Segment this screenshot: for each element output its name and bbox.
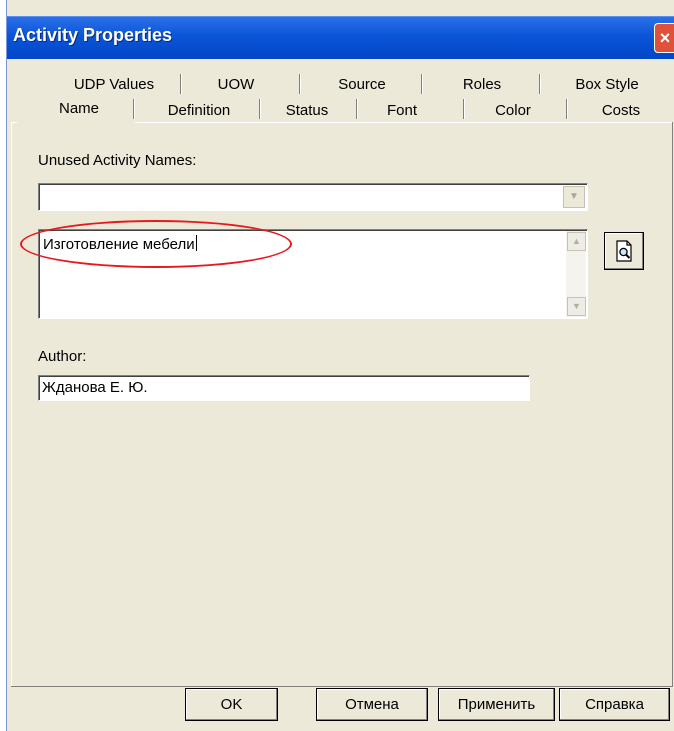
author-label: Author: xyxy=(38,348,87,365)
tab-divider xyxy=(421,74,423,94)
tab-divider xyxy=(299,74,301,94)
title-bar[interactable]: Activity Properties × xyxy=(7,16,674,59)
tab-divider xyxy=(463,99,465,119)
cancel-button[interactable]: Отмена xyxy=(316,688,428,721)
tab-divider xyxy=(356,99,358,119)
active-tab-gap xyxy=(17,121,135,124)
chevron-down-icon[interactable]: ▼ xyxy=(563,186,585,208)
tab-definition[interactable]: Definition xyxy=(143,100,255,122)
tab-panel-border xyxy=(11,686,673,687)
dialog-window: Activity Properties × UDP Values UOW Sou… xyxy=(6,0,674,731)
close-button[interactable]: × xyxy=(654,23,674,53)
apply-button[interactable]: Применить xyxy=(438,688,555,721)
tab-divider xyxy=(259,99,261,119)
help-button[interactable]: Справка xyxy=(559,688,670,721)
author-value: Жданова Е. Ю. xyxy=(42,379,148,396)
tab-font[interactable]: Font xyxy=(367,100,437,122)
tab-udp-values[interactable]: UDP Values xyxy=(59,74,169,96)
unused-activity-names-dropdown[interactable]: ▼ xyxy=(38,183,588,211)
tab-name[interactable]: Name xyxy=(33,98,125,120)
tab-roles[interactable]: Roles xyxy=(432,74,532,96)
window-title: Activity Properties xyxy=(13,25,173,45)
unused-activity-names-label: Unused Activity Names: xyxy=(38,152,197,169)
tab-panel-border xyxy=(11,122,12,687)
tab-costs[interactable]: Costs xyxy=(575,100,667,122)
author-input[interactable]: Жданова Е. Ю. xyxy=(38,375,530,401)
tab-status[interactable]: Status xyxy=(269,100,345,122)
tab-panel-border xyxy=(672,122,673,687)
text-caret xyxy=(195,235,197,251)
tab-divider xyxy=(180,74,182,94)
scroll-down-icon[interactable]: ▼ xyxy=(567,297,586,316)
tab-source[interactable]: Source xyxy=(312,74,412,96)
tab-color[interactable]: Color xyxy=(469,100,557,122)
tab-box-style[interactable]: Box Style xyxy=(548,74,666,96)
vertical-scrollbar[interactable]: ▲ ▼ xyxy=(566,231,586,317)
tab-uow[interactable]: UOW xyxy=(196,74,276,96)
close-icon: × xyxy=(659,28,671,48)
tab-divider xyxy=(566,99,568,119)
tab-divider xyxy=(539,74,541,94)
zoom-button[interactable] xyxy=(604,232,644,270)
activity-name-textarea[interactable]: Изготовление мебели ▲ ▼ xyxy=(38,229,588,319)
ok-button[interactable]: OK xyxy=(185,688,278,721)
document-magnifier-icon xyxy=(616,240,632,262)
activity-name-text: Изготовление мебели xyxy=(43,236,195,253)
scroll-up-icon[interactable]: ▲ xyxy=(567,232,586,251)
tab-divider xyxy=(133,99,135,119)
